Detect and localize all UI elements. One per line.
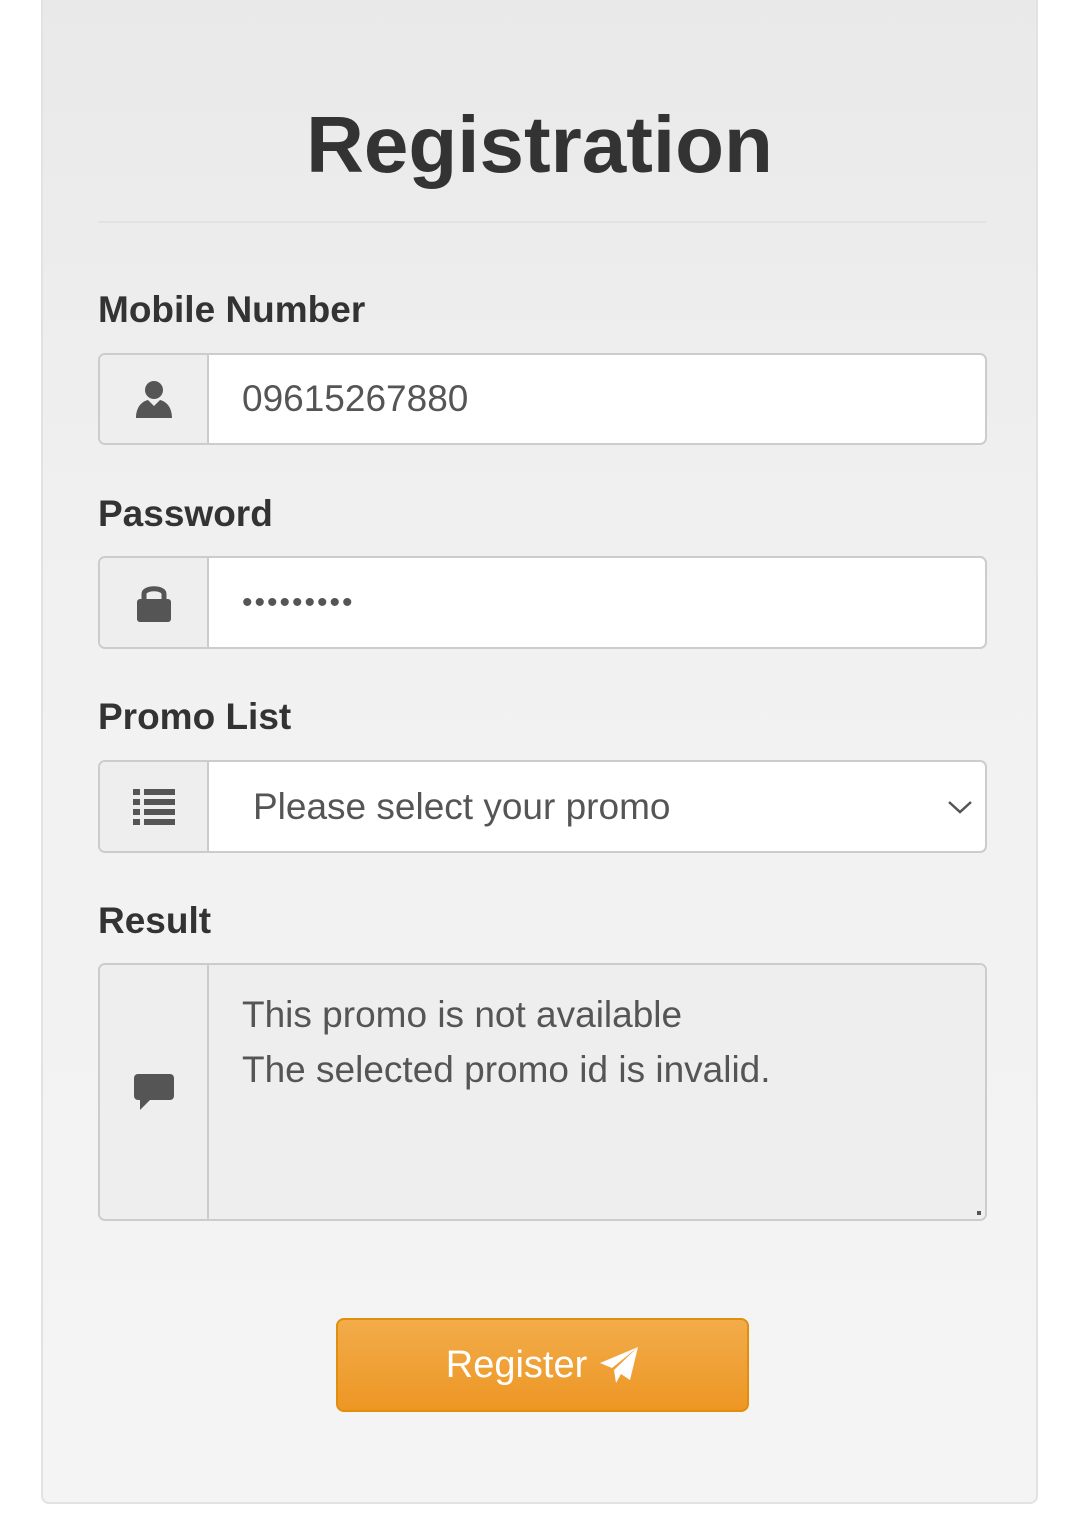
- list-icon: [132, 788, 175, 825]
- chevron-down-icon: [948, 800, 972, 814]
- promo-list-group: Please select your promo: [98, 760, 987, 853]
- password-input[interactable]: •••••••••: [209, 558, 985, 647]
- page-title: Registration: [306, 100, 773, 189]
- mobile-number-group: 09615267880: [98, 353, 987, 445]
- result-addon: [100, 965, 209, 1219]
- comment-icon: [133, 1074, 174, 1110]
- mobile-addon: [100, 355, 209, 443]
- password-label: Password: [98, 493, 273, 534]
- lock-icon: [136, 585, 171, 622]
- user-icon: [135, 381, 172, 418]
- promo-list-label: Promo List: [98, 696, 292, 737]
- promo-addon: [100, 762, 209, 851]
- register-button-label: Register: [445, 1344, 588, 1386]
- paper-plane-icon: [600, 1347, 639, 1383]
- result-line-2: The selected promo id is invalid.: [242, 1049, 771, 1090]
- title-divider: [98, 221, 986, 223]
- mobile-number-label: Mobile Number: [98, 289, 366, 330]
- promo-select[interactable]: Please select your promo: [209, 762, 985, 851]
- password-group: •••••••••: [98, 556, 987, 649]
- register-button[interactable]: Register: [336, 1318, 749, 1412]
- mobile-number-input[interactable]: 09615267880: [209, 355, 985, 443]
- result-label: Result: [98, 900, 212, 941]
- password-addon: [100, 558, 209, 647]
- resize-handle[interactable]: [977, 1211, 981, 1215]
- registration-card: Registration Mobile Number 09615267880 P…: [41, 0, 1038, 1504]
- result-line-1: This promo is not available: [242, 994, 683, 1035]
- promo-select-value: Please select your promo: [253, 785, 671, 827]
- result-textarea[interactable]: This promo is not available The selected…: [209, 965, 985, 1219]
- result-group: This promo is not available The selected…: [98, 963, 987, 1221]
